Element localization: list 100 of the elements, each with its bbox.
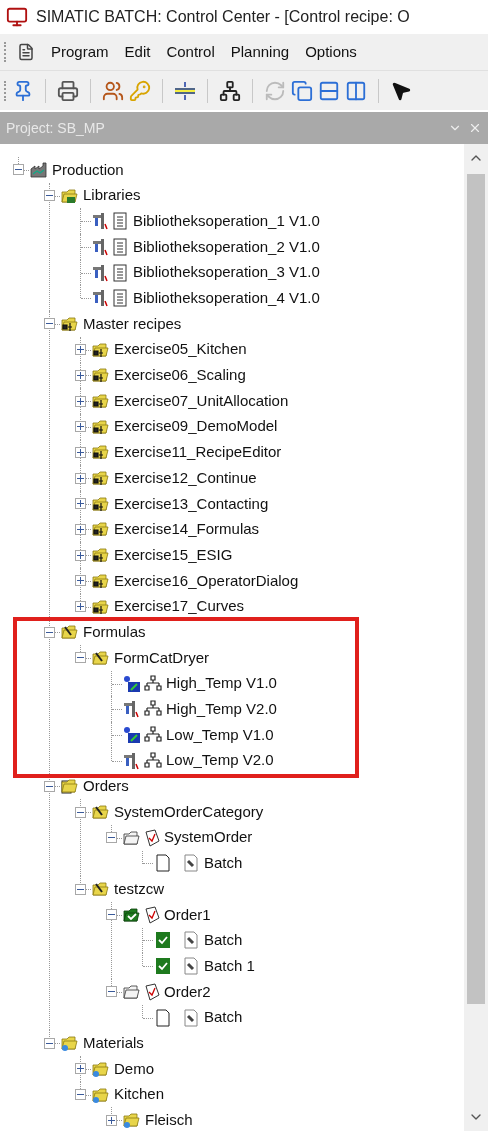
expand-toggle[interactable] — [75, 498, 86, 510]
folder-icon — [92, 340, 110, 359]
tree-item[interactable]: Formulas — [83, 620, 146, 644]
folder-icon — [92, 469, 110, 488]
folder-icon — [92, 803, 110, 822]
expand-toggle[interactable] — [75, 395, 86, 407]
network-icon — [144, 700, 162, 719]
split-icon[interactable] — [174, 79, 196, 102]
tree-item[interactable]: Master recipes — [83, 312, 182, 336]
tree-item[interactable]: Exercise11_RecipeEditor — [114, 441, 282, 464]
app-icon — [6, 6, 28, 28]
expand-toggle[interactable] — [75, 575, 86, 587]
expand-toggle[interactable] — [75, 421, 86, 433]
tree-item[interactable]: Libraries — [83, 184, 141, 207]
network-icon — [144, 674, 162, 693]
tree-item[interactable]: FormCatDryer — [114, 646, 209, 670]
tree-item[interactable]: Bibliotheksoperation_2 V1.0 — [133, 235, 320, 259]
expand-toggle[interactable] — [106, 1114, 117, 1126]
tree-item[interactable]: Batch — [204, 852, 243, 875]
folder-icon — [92, 597, 110, 616]
tree-item[interactable]: Batch 1 — [204, 954, 255, 978]
menu-item[interactable]: Edit — [118, 40, 157, 64]
folder-icon — [92, 443, 110, 462]
folder-icon — [92, 1085, 110, 1104]
menu-item[interactable]: Options — [299, 40, 363, 64]
expand-toggle[interactable] — [75, 446, 86, 458]
tree-item[interactable]: Exercise16_OperatorDialog — [114, 569, 299, 593]
tree-item[interactable]: Demo — [114, 1057, 154, 1081]
tree-item[interactable]: Orders — [83, 775, 129, 798]
scrollbar[interactable] — [464, 144, 488, 1131]
tree-item[interactable]: Exercise17_Curves — [114, 595, 245, 618]
tree-item[interactable]: Exercise12_Continue — [114, 466, 257, 490]
expand-toggle[interactable] — [75, 369, 86, 381]
tree-item[interactable]: Low_Temp V2.0 — [166, 749, 274, 772]
collapse-toggle[interactable] — [75, 652, 86, 664]
tree-item[interactable]: Batch — [204, 929, 243, 952]
menu-item[interactable]: Planning — [224, 40, 296, 64]
expand-toggle[interactable] — [75, 601, 86, 613]
tree-item[interactable]: High_Temp V1.0 — [166, 672, 277, 695]
folder-icon — [92, 417, 110, 436]
crane-icon — [92, 237, 110, 256]
collapse-toggle[interactable] — [75, 806, 86, 818]
tree-item[interactable]: Materials — [83, 1031, 144, 1055]
expand-toggle[interactable] — [75, 523, 86, 535]
collapse-toggle[interactable] — [106, 909, 117, 921]
collapse-toggle[interactable] — [13, 164, 24, 176]
tree-item[interactable]: Exercise09_DemoModel — [114, 415, 278, 438]
tree-item[interactable]: Order2 — [164, 980, 211, 1004]
tree-item[interactable]: Exercise05_Kitchen — [114, 338, 247, 361]
folder-icon — [123, 1111, 141, 1130]
tree-item[interactable]: Kitchen — [114, 1083, 165, 1106]
tree-item[interactable]: High_Temp V2.0 — [166, 698, 277, 721]
collapse-toggle[interactable] — [44, 190, 55, 202]
expand-toggle[interactable] — [75, 1063, 86, 1075]
tree-item[interactable]: SystemOrder — [164, 826, 253, 849]
scroll-thumb[interactable] — [467, 174, 485, 1004]
crane-icon — [92, 289, 110, 308]
collapse-toggle[interactable] — [44, 626, 55, 638]
document-icon[interactable] — [17, 43, 35, 61]
window-title: SIMATIC BATCH: Control Center - [Control recipe: O — [36, 7, 410, 27]
menu-item[interactable]: Program — [45, 40, 115, 64]
tree-item[interactable]: Exercise07_UnitAllocation — [114, 389, 289, 413]
tree-item[interactable]: Exercise15_ESIG — [114, 543, 233, 567]
tree-item[interactable]: Exercise06_Scaling — [114, 364, 246, 387]
collapse-toggle[interactable] — [75, 883, 86, 895]
folder-icon — [92, 880, 110, 899]
crane-icon — [92, 212, 110, 231]
tile-columns-icon[interactable] — [345, 79, 367, 102]
expand-toggle[interactable] — [75, 549, 86, 561]
collapse-toggle[interactable] — [44, 318, 55, 330]
collapse-toggle[interactable] — [44, 780, 55, 792]
tree-item[interactable]: Batch — [204, 1006, 243, 1029]
printer-icon[interactable] — [57, 79, 79, 102]
users-icon[interactable] — [102, 79, 124, 102]
tree-item[interactable]: Order1 — [164, 903, 211, 927]
folder-icon — [61, 777, 79, 796]
panel-title: Project: SB_MP — [6, 118, 105, 138]
collapse-toggle[interactable] — [106, 832, 117, 844]
tree-item[interactable]: Bibliotheksoperation_4 V1.0 — [133, 287, 320, 310]
collapse-toggle[interactable] — [44, 1037, 55, 1049]
collapse-toggle[interactable] — [75, 1089, 86, 1101]
expand-toggle[interactable] — [75, 472, 86, 484]
menu-item[interactable]: Control — [160, 40, 221, 64]
tree-item[interactable]: Exercise14_Formulas — [114, 518, 260, 541]
tree-item[interactable]: Fleisch — [145, 1109, 193, 1131]
network-icon — [144, 725, 162, 744]
tree-item[interactable]: Bibliotheksoperation_3 V1.0 — [133, 261, 320, 284]
tree-item[interactable]: Low_Temp V1.0 — [166, 723, 274, 747]
tree-item[interactable]: SystemOrderCategory — [114, 800, 264, 824]
tree-item[interactable]: Production — [52, 158, 124, 182]
collapse-toggle[interactable] — [106, 986, 117, 998]
network-icon[interactable] — [219, 79, 241, 102]
tree-item[interactable]: Bibliotheksoperation_1 V1.0 — [133, 209, 320, 233]
tree-item[interactable]: testzcw — [114, 877, 164, 901]
folder-icon — [92, 494, 110, 513]
expand-toggle[interactable] — [75, 344, 86, 356]
tree-item[interactable]: Exercise13_Contacting — [114, 492, 269, 516]
folder-icon — [92, 571, 110, 590]
cascade-windows-icon[interactable] — [291, 79, 313, 102]
tile-rows-icon[interactable] — [318, 79, 340, 102]
